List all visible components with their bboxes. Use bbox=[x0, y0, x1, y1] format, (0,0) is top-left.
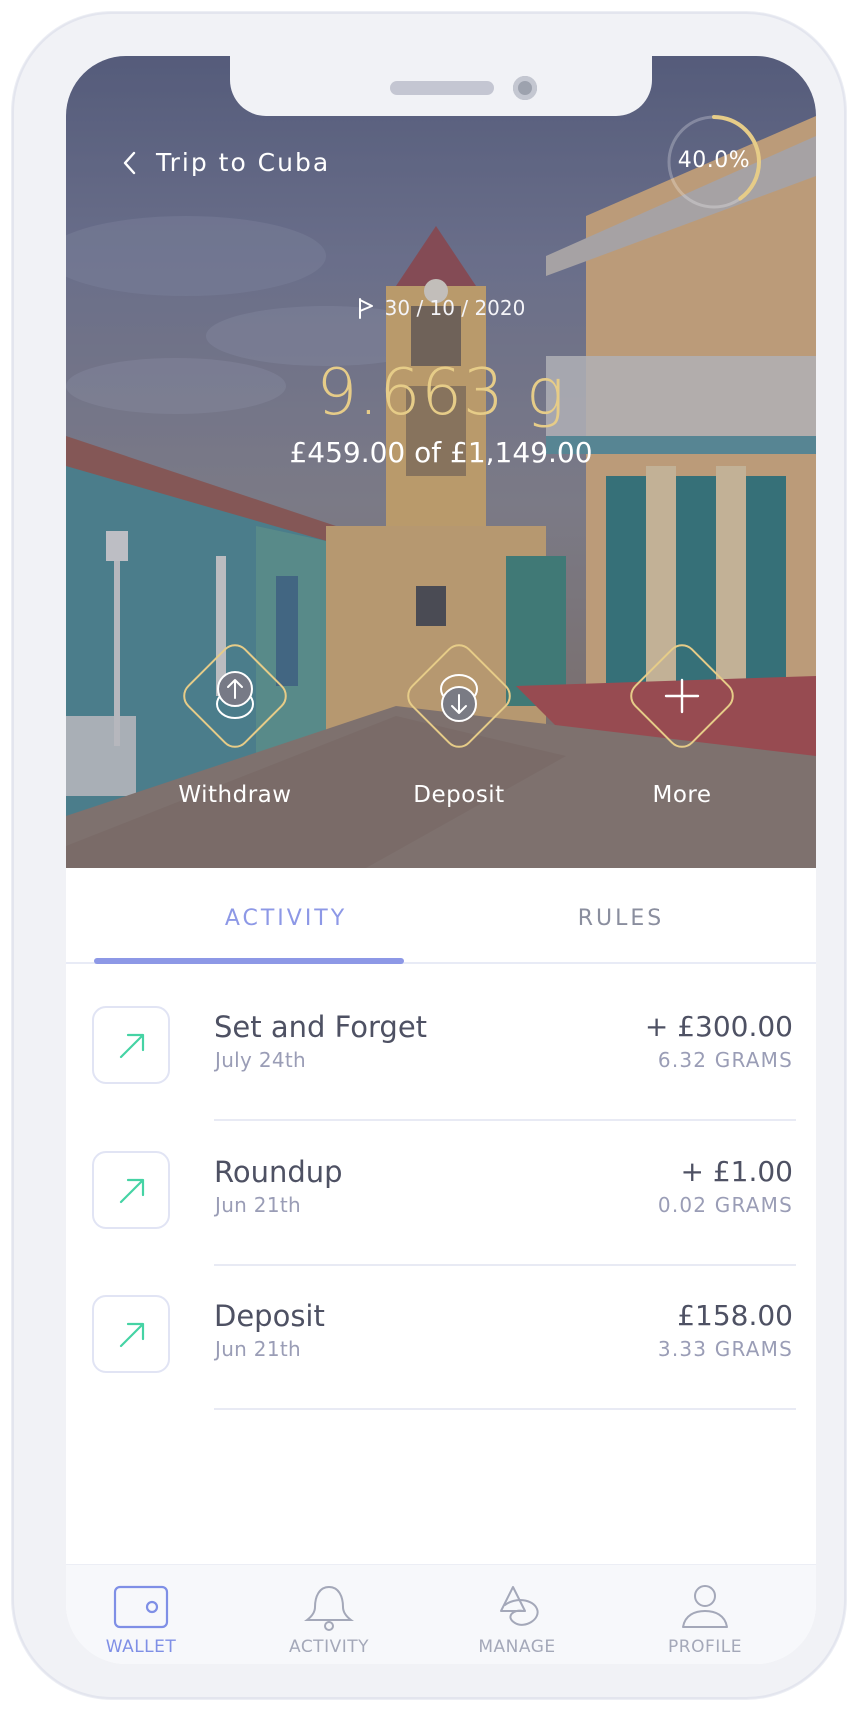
tab-rules[interactable]: RULES bbox=[521, 906, 721, 931]
bell-icon bbox=[304, 1585, 354, 1631]
phone-frame: Trip to Cuba 40.0% 30 / 10 / 2020 9.663 … bbox=[12, 12, 846, 1699]
active-tab-indicator bbox=[94, 958, 404, 964]
nav-wallet-label: WALLET bbox=[105, 1637, 177, 1657]
withdraw-button[interactable]: Withdraw bbox=[145, 634, 325, 808]
back-chevron-icon[interactable] bbox=[122, 150, 138, 176]
app-screen: Trip to Cuba 40.0% 30 / 10 / 2020 9.663 … bbox=[66, 56, 816, 1664]
nav-wallet[interactable]: WALLET bbox=[66, 1583, 216, 1657]
device-notch bbox=[230, 56, 652, 116]
goal-grams: 9.663 g bbox=[316, 356, 566, 430]
profile-icon bbox=[682, 1585, 728, 1628]
list-divider bbox=[214, 1408, 796, 1410]
activity-item-date: Jun 21th bbox=[215, 1193, 301, 1217]
more-button[interactable]: More bbox=[592, 634, 772, 808]
speaker-grille bbox=[390, 81, 494, 95]
header-bar: Trip to Cuba bbox=[122, 148, 330, 177]
target-date: 30 / 10 / 2020 bbox=[66, 296, 816, 320]
list-divider bbox=[214, 1119, 796, 1121]
goal-title: Trip to Cuba bbox=[156, 148, 331, 177]
front-camera bbox=[513, 76, 537, 100]
withdraw-coins-icon bbox=[183, 644, 287, 748]
nav-manage[interactable]: MANAGE bbox=[442, 1583, 592, 1657]
activity-item-date: Jun 21th bbox=[215, 1337, 301, 1361]
list-divider bbox=[214, 1264, 796, 1266]
activity-item-title: Roundup bbox=[214, 1155, 343, 1189]
plus-icon bbox=[630, 644, 734, 748]
deposit-button[interactable]: Deposit bbox=[369, 634, 549, 808]
activity-item-amount: + £1.00 bbox=[680, 1155, 793, 1188]
nav-manage-label: MANAGE bbox=[478, 1637, 556, 1657]
activity-item-amount: + £300.00 bbox=[644, 1010, 793, 1043]
withdraw-label: Withdraw bbox=[178, 782, 292, 808]
arrow-up-right-icon bbox=[119, 1033, 145, 1059]
nav-profile-label: PROFILE bbox=[668, 1637, 742, 1657]
progress-percentage: 40.0% bbox=[677, 148, 751, 173]
flag-icon bbox=[358, 298, 373, 319]
target-date-text: 30 / 10 / 2020 bbox=[384, 296, 526, 320]
arrow-up-right-icon bbox=[119, 1322, 145, 1348]
tab-bar: ACTIVITY RULES bbox=[66, 868, 816, 964]
activity-item-title: Deposit bbox=[214, 1299, 325, 1333]
activity-item-icon-box bbox=[92, 1295, 170, 1373]
activity-item-icon-box bbox=[92, 1006, 170, 1084]
tab-activity[interactable]: ACTIVITY bbox=[186, 906, 386, 931]
activity-item[interactable]: Set and Forget July 24th + £300.00 6.32 … bbox=[66, 1006, 816, 1151]
activity-item-grams: 6.32 GRAMS bbox=[657, 1048, 793, 1072]
activity-item-grams: 3.33 GRAMS bbox=[657, 1337, 793, 1361]
deposit-coins-icon bbox=[407, 644, 511, 748]
goal-hero: Trip to Cuba 40.0% 30 / 10 / 2020 9.663 … bbox=[66, 56, 816, 868]
activity-item[interactable]: Roundup Jun 21th + £1.00 0.02 GRAMS bbox=[66, 1151, 816, 1296]
manage-icon bbox=[500, 1586, 539, 1626]
goal-amount: £459.00 of £1,149.00 bbox=[289, 436, 593, 469]
arrow-up-right-icon bbox=[119, 1178, 145, 1204]
activity-item-icon-box bbox=[92, 1151, 170, 1229]
activity-item-amount: £158.00 bbox=[677, 1299, 793, 1332]
deposit-label: Deposit bbox=[413, 782, 505, 808]
activity-item[interactable]: Deposit Jun 21th £158.00 3.33 GRAMS bbox=[66, 1295, 816, 1440]
bottom-nav: WALLET ACTIVITY MANAGE PROFILE bbox=[66, 1564, 816, 1664]
nav-activity-label: ACTIVITY bbox=[288, 1637, 369, 1657]
more-label: More bbox=[652, 782, 712, 808]
activity-item-grams: 0.02 GRAMS bbox=[657, 1193, 793, 1217]
activity-item-date: July 24th bbox=[215, 1048, 306, 1072]
nav-activity[interactable]: ACTIVITY bbox=[254, 1583, 404, 1657]
nav-profile[interactable]: PROFILE bbox=[630, 1583, 780, 1657]
activity-item-title: Set and Forget bbox=[214, 1010, 428, 1044]
wallet-icon bbox=[113, 1585, 169, 1629]
